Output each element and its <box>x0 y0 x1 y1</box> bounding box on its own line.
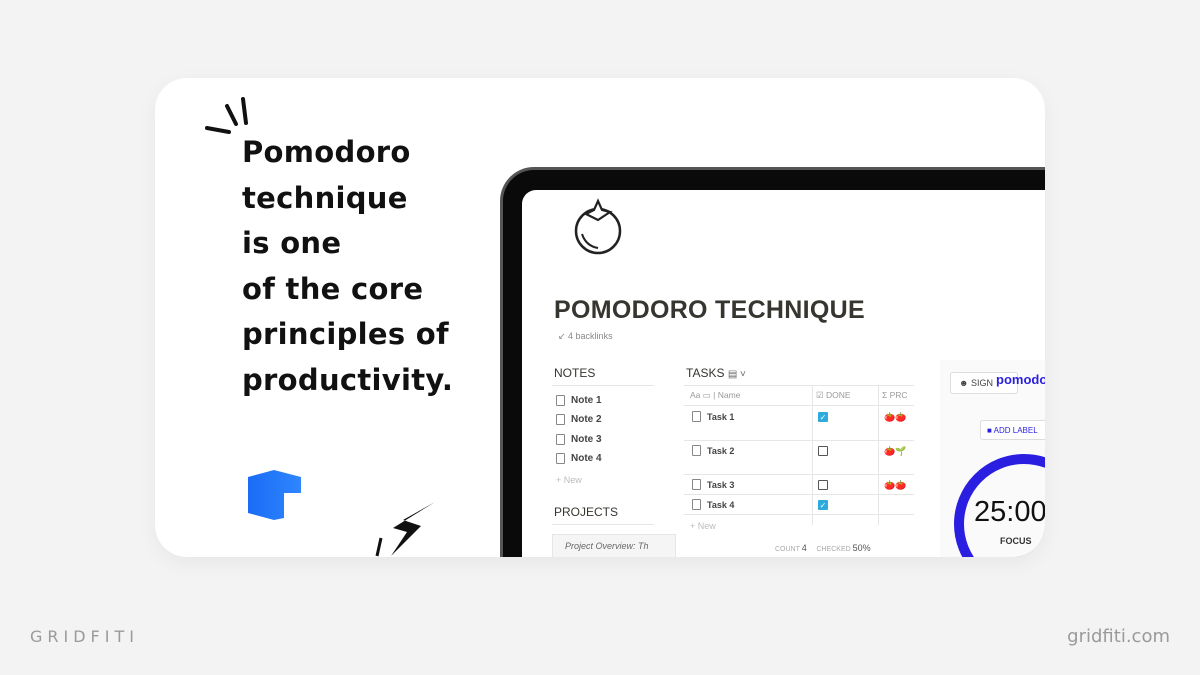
new-task-button[interactable]: + New <box>690 521 716 531</box>
tomato-icon <box>574 198 622 255</box>
add-label-button[interactable]: ■ ADD LABEL <box>980 420 1045 440</box>
progress-cell: 🍅🍅 <box>884 412 907 422</box>
timer-mode: FOCUS <box>1000 536 1032 546</box>
headline-line: technique <box>242 180 408 215</box>
divider <box>552 524 654 525</box>
page-icon <box>556 453 565 464</box>
projects-heading: PROJECTS <box>554 505 619 519</box>
blue-block-icon <box>248 470 301 520</box>
note-item[interactable]: Note 3 <box>556 434 602 445</box>
col-divider <box>878 385 879 525</box>
column-progress[interactable]: Σ PRC <box>882 390 908 400</box>
brand-url: gridfiti.com <box>1067 626 1170 647</box>
notes-heading: NOTES <box>554 366 596 380</box>
note-label: Note 2 <box>571 414 602 425</box>
page-icon <box>556 395 565 406</box>
task-name: Task 2 <box>707 445 735 456</box>
progress-cell: 🍅🍅 <box>884 480 907 490</box>
add-label-text: ADD LABEL <box>993 426 1038 435</box>
done-checkbox[interactable]: ✓ <box>818 500 828 510</box>
page-icon <box>692 479 701 490</box>
row-divider <box>684 494 914 495</box>
count-value: 4 <box>801 543 807 553</box>
headline-line: principles of <box>242 317 449 351</box>
page-icon <box>692 411 701 422</box>
row-divider <box>684 474 914 475</box>
task-row[interactable]: Task 3 <box>692 479 734 490</box>
done-checkbox[interactable]: ✓ <box>818 412 828 422</box>
checked-label: CHECKED <box>816 546 851 553</box>
column-name[interactable]: Aa ▭ | Name <box>690 390 740 401</box>
headline-line: of the core <box>242 271 424 306</box>
note-item[interactable]: Note 1 <box>556 395 602 406</box>
timer-display: 25:00 <box>974 496 1045 528</box>
row-divider <box>684 405 914 406</box>
tablet-frame: POMODORO TECHNIQUE ↙ 4 backlinks NOTES N… <box>500 167 1045 557</box>
tasks-heading: TASKS ▤ ˅ <box>686 366 746 380</box>
lightning-doodle-icon <box>375 502 435 557</box>
divider <box>684 385 914 386</box>
project-title: Project Overview: Th <box>565 541 649 551</box>
page-icon <box>556 434 565 445</box>
progress-cell: 🍅🌱 <box>884 446 907 456</box>
task-name: Task 1 <box>707 411 735 422</box>
page-title: POMODORO TECHNIQUE <box>554 296 865 324</box>
done-checkbox[interactable] <box>818 480 828 490</box>
note-label: Note 1 <box>571 395 602 406</box>
hero-card: Pomodoro technique is one of the core pr… <box>155 78 1045 557</box>
row-divider <box>684 514 914 515</box>
task-name: Task 4 <box>707 499 735 510</box>
brand-logo: GRIDFITI <box>30 627 139 646</box>
page-icon <box>692 445 701 456</box>
note-item[interactable]: Note 4 <box>556 453 602 464</box>
count-label: COUNT <box>775 546 800 553</box>
new-note-button[interactable]: + New <box>556 475 582 485</box>
tasks-title: TASKS <box>686 366 725 380</box>
note-label: Note 4 <box>571 453 602 464</box>
headline-line: Pomodoro <box>242 135 411 169</box>
done-checkbox[interactable] <box>818 446 828 456</box>
page-icon <box>692 499 701 510</box>
task-row[interactable]: Task 2 <box>692 445 734 456</box>
divider <box>552 385 654 386</box>
headline-line: productivity. <box>242 362 454 397</box>
page-icon <box>556 414 565 425</box>
sign-label: SIGN <box>970 378 993 388</box>
checked-value: 50% <box>852 543 871 553</box>
notion-page: POMODORO TECHNIQUE ↙ 4 backlinks NOTES N… <box>522 190 1045 557</box>
backlinks-link[interactable]: ↙ 4 backlinks <box>558 331 613 342</box>
pomodoro-logo: pomodo <box>996 372 1045 387</box>
headline: Pomodoro technique is one of the core pr… <box>242 130 453 403</box>
table-summary: COUNT 4 CHECKED 50% <box>775 543 871 553</box>
task-name: Task 3 <box>707 479 735 490</box>
pomodoro-widget: ☻ SIGN pomodo ■ ADD LABEL 25:00 FOCUS <box>940 360 1045 557</box>
col-divider <box>812 385 813 525</box>
note-item[interactable]: Note 2 <box>556 414 602 425</box>
headline-line: is one <box>242 226 342 260</box>
task-row[interactable]: Task 4 <box>692 499 734 510</box>
row-divider <box>684 440 914 441</box>
note-label: Note 3 <box>571 434 602 445</box>
table-view-icon[interactable]: ▤ ˅ <box>728 369 746 380</box>
column-done[interactable]: ☑ DONE <box>816 390 851 401</box>
project-card[interactable]: Project Overview: Th <box>552 534 676 557</box>
task-row[interactable]: Task 1 <box>692 411 734 422</box>
